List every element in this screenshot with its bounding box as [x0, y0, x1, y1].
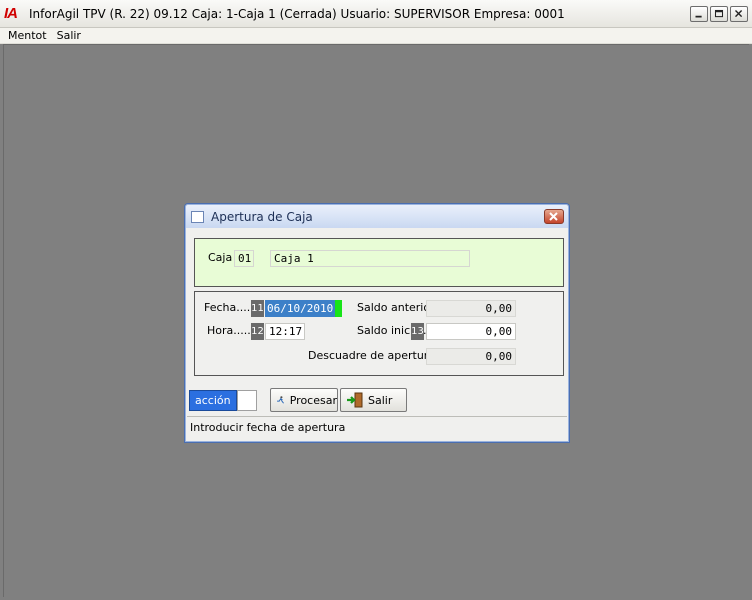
- hora-field-index: 12: [251, 323, 264, 340]
- accion-button[interactable]: acción: [189, 390, 237, 411]
- saldo-inicial-input[interactable]: 0,00: [426, 323, 516, 340]
- main-titlebar: IA InforAgil TPV (R. 22) 09.12 Caja: 1-C…: [0, 0, 752, 28]
- restore-icon: [714, 9, 724, 18]
- app-logo-icon: IA: [4, 5, 18, 22]
- caja-name-field[interactable]: Caja 1: [270, 250, 470, 267]
- close-icon: [549, 212, 558, 221]
- salir-label: Salir: [368, 393, 393, 407]
- caja-label: Caja: [208, 251, 233, 264]
- maximize-button[interactable]: [710, 6, 728, 22]
- close-icon: [735, 10, 743, 18]
- descuadre-field: 0,00: [426, 348, 516, 365]
- procesar-label: Procesar: [289, 393, 337, 407]
- saldo-inicial-index: 13: [411, 323, 424, 340]
- minimize-icon: [695, 15, 702, 18]
- fecha-input[interactable]: 06/10/2010: [265, 300, 342, 317]
- dialog-window-icon: [191, 210, 204, 223]
- menu-salir[interactable]: Salir: [52, 29, 86, 42]
- saldo-anterior-label: Saldo anterior: [357, 301, 435, 314]
- dialog-titlebar: Apertura de Caja: [186, 205, 568, 228]
- fecha-value-selected: 06/10/2010: [265, 300, 336, 317]
- dialog-title: Apertura de Caja: [211, 209, 313, 224]
- fecha-label: Fecha......: [204, 301, 258, 314]
- exit-door-icon: [347, 392, 363, 408]
- accion-input[interactable]: [237, 390, 257, 411]
- salir-button[interactable]: Salir: [340, 388, 407, 412]
- window-title: InforAgil TPV (R. 22) 09.12 Caja: 1-Caja…: [29, 6, 565, 21]
- runner-icon: [277, 396, 284, 404]
- fecha-field-index: 11: [251, 300, 264, 317]
- dialog-close-button[interactable]: [544, 209, 564, 224]
- close-window-button[interactable]: [730, 6, 748, 22]
- apertura-details-panel: Fecha...... 11 06/10/2010 Hora......... …: [194, 291, 564, 376]
- apertura-caja-dialog: Apertura de Caja Caja 01 Caja 1 Fecha...…: [184, 203, 570, 443]
- caja-panel: Caja 01 Caja 1: [194, 238, 564, 287]
- hora-input[interactable]: 12:17: [265, 323, 305, 340]
- procesar-button[interactable]: Procesar: [270, 388, 338, 412]
- descuadre-label: Descuadre de apertura: [308, 349, 436, 362]
- saldo-anterior-field: 0,00: [426, 300, 516, 317]
- window-controls: [690, 6, 748, 22]
- status-bar: Introducir fecha de apertura: [187, 416, 567, 440]
- accion-label: acción: [195, 394, 231, 407]
- menu-mentot[interactable]: Mentot: [3, 29, 52, 42]
- menu-bar: Mentot Salir: [0, 28, 752, 44]
- minimize-button[interactable]: [690, 6, 708, 22]
- caja-code-field[interactable]: 01: [234, 250, 254, 267]
